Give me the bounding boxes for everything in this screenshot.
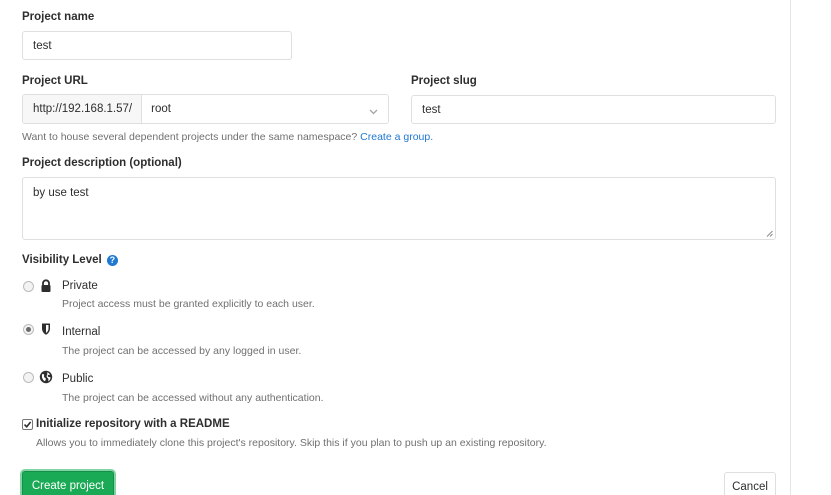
namespace-select[interactable]: root: [142, 95, 388, 123]
description-value: by use test: [33, 187, 89, 199]
cancel-button[interactable]: Cancel: [724, 472, 776, 495]
description-label: Project description (optional): [22, 157, 182, 169]
checkmark-icon: [23, 421, 32, 428]
right-border: [790, 0, 791, 495]
visibility-internal-desc: The project can be accessed by any logge…: [62, 345, 302, 357]
project-name-label: Project name: [22, 11, 95, 23]
project-name-value: test: [33, 39, 52, 52]
project-slug-label: Project slug: [411, 75, 477, 87]
radio-internal[interactable]: [23, 324, 34, 335]
visibility-label: Visibility Level ?: [22, 254, 118, 266]
readme-label[interactable]: Initialize repository with a README: [36, 418, 230, 430]
visibility-private-title: Private: [62, 280, 98, 292]
readme-desc: Allows you to immediately clone this pro…: [36, 437, 547, 449]
visibility-public-desc: The project can be accessed without any …: [62, 392, 324, 404]
create-group-link[interactable]: Create a group.: [360, 131, 433, 143]
visibility-internal-title: Internal: [62, 326, 101, 338]
question-circle-icon[interactable]: ?: [106, 255, 118, 266]
namespace-help-text: Want to house several dependent projects…: [22, 131, 358, 143]
radio-private[interactable]: [23, 281, 34, 292]
project-url-label: Project URL: [22, 75, 88, 87]
namespace-help: Want to house several dependent projects…: [22, 131, 433, 143]
project-name-input[interactable]: test: [22, 31, 292, 60]
project-slug-input[interactable]: test: [411, 95, 776, 124]
visibility-label-text: Visibility Level: [22, 254, 102, 266]
visibility-private-desc: Project access must be granted explicitl…: [62, 298, 315, 310]
globe-icon: [39, 370, 53, 384]
new-project-form: Project name test Project URL http://192…: [0, 0, 831, 495]
project-url-group: http://192.168.1.57/ root: [22, 94, 389, 124]
create-project-button[interactable]: Create project: [22, 471, 114, 495]
lock-icon: [41, 279, 51, 292]
description-textarea[interactable]: by use test: [22, 177, 776, 240]
readme-checkbox[interactable]: [22, 419, 33, 430]
url-prefix: http://192.168.1.57/: [23, 95, 143, 123]
chevron-down-icon: [369, 107, 378, 117]
shield-icon: [42, 323, 50, 335]
visibility-public-title: Public: [62, 373, 94, 385]
radio-public[interactable]: [23, 372, 34, 383]
project-slug-value: test: [422, 103, 441, 116]
namespace-selected: root: [151, 103, 171, 115]
resize-grip-icon[interactable]: [766, 230, 773, 237]
